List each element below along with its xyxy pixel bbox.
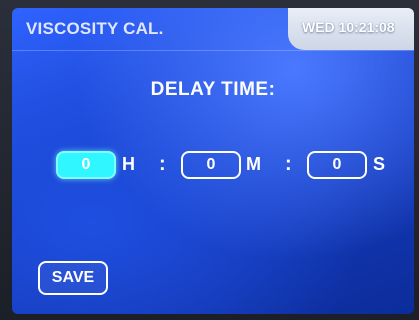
seconds-field[interactable]: 0 — [307, 151, 367, 179]
minutes-field[interactable]: 0 — [181, 151, 241, 179]
clock-panel: WED 10:21:08 — [288, 8, 414, 50]
time-separator: : — [159, 153, 166, 175]
hours-field[interactable]: 0 — [56, 151, 116, 179]
header-bar: VISCOSITY CAL. WED 10:21:08 — [12, 8, 414, 51]
minutes-unit-label: M — [246, 154, 261, 174]
hours-unit-label: H — [122, 154, 135, 174]
delay-time-row: 0 H : 0 M : 0 S — [12, 151, 414, 183]
time-separator: : — [285, 153, 292, 175]
device-bezel: VISCOSITY CAL. WED 10:21:08 DELAY TIME: … — [0, 0, 419, 320]
delay-time-heading: DELAY TIME: — [150, 79, 276, 100]
clock-readout: WED 10:21:08 — [302, 19, 395, 35]
save-button[interactable]: SAVE — [38, 261, 108, 295]
screen-title: VISCOSITY CAL. — [26, 19, 164, 38]
seconds-unit-label: S — [373, 154, 386, 174]
touch-screen: VISCOSITY CAL. WED 10:21:08 DELAY TIME: … — [12, 8, 414, 314]
